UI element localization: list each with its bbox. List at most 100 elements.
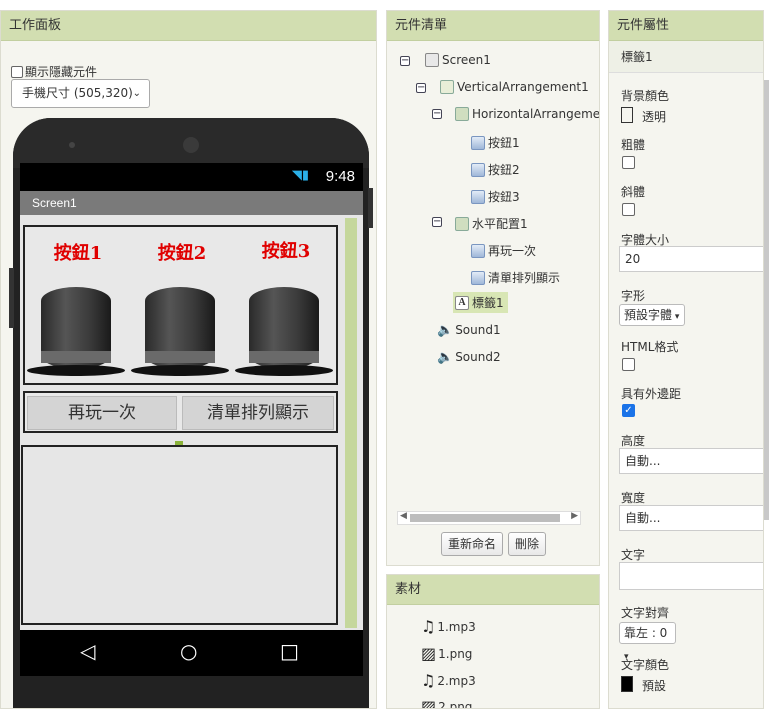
status-bar: ◥▮ 9:48: [20, 163, 363, 191]
horizontal-arrangement-1[interactable]: 按鈕1 按鈕2 按鈕3: [23, 225, 338, 385]
width-input[interactable]: 自動...: [619, 505, 763, 531]
replay-button[interactable]: 再玩一次: [27, 396, 177, 430]
bold-label: 粗體: [621, 138, 646, 152]
collapse-horizontal-arrangement-toggle[interactable]: −: [432, 109, 442, 119]
button-icon: [471, 270, 485, 285]
tree-item-clear-button[interactable]: 清單排列顯示: [471, 269, 560, 286]
screen-title-bar: Screen1: [20, 191, 363, 215]
media-file-2mp3[interactable]: ♫ 2.mp3: [421, 671, 476, 690]
tree-item-button2[interactable]: 按鈕2: [471, 161, 520, 178]
hat-button-3-label: 按鈕3: [261, 241, 311, 262]
collapse-horizontal-arrangement2-toggle[interactable]: −: [432, 217, 442, 227]
front-camera-icon: [69, 142, 75, 148]
collapse-vertical-arrangement-toggle[interactable]: −: [416, 83, 426, 93]
horizontal-arrangement-2[interactable]: 再玩一次 清單排列顯示: [23, 391, 338, 433]
font-size-input[interactable]: 20: [619, 246, 763, 272]
top-hat-icon: [235, 287, 335, 379]
tree-item-replay-button[interactable]: 再玩一次: [471, 242, 536, 259]
button-icon: [471, 135, 485, 150]
chevron-down-icon: ⌄: [132, 88, 141, 99]
top-hat-icon: [27, 287, 127, 379]
text-color-swatch[interactable]: [621, 676, 633, 692]
properties-vertical-scrollbar[interactable]: [764, 80, 769, 520]
bg-color-value[interactable]: 透明: [642, 108, 666, 125]
label-icon: A: [455, 295, 469, 310]
height-label: 高度: [621, 434, 646, 448]
scrollbar-thumb[interactable]: [410, 514, 560, 522]
horizontal-arrangement-icon: [455, 216, 469, 231]
clear-list-button[interactable]: 清單排列顯示: [182, 396, 334, 430]
speaker-sound-icon: 🔈: [437, 323, 454, 338]
tree-item-vertical-arrangement1[interactable]: VerticalArrangement1: [440, 80, 589, 94]
tree-item-screen1[interactable]: Screen1: [425, 53, 491, 67]
phone-mockup: ◥▮ 9:48 Screen1 按鈕1 按鈕2 按鈕3 再玩一次 清單排列顯示 …: [9, 118, 373, 708]
recents-icon: □: [280, 639, 299, 663]
tree-item-label: Screen1: [442, 53, 491, 67]
italic-label: 斜體: [621, 185, 646, 199]
bold-checkbox[interactable]: [622, 156, 635, 169]
scroll-left-icon[interactable]: ◀: [400, 511, 407, 521]
show-hidden-checkbox-box[interactable]: [11, 65, 23, 78]
label-area[interactable]: [21, 445, 338, 625]
height-input[interactable]: 自動...: [619, 448, 763, 474]
tree-item-label: HorizontalArrangemen: [472, 107, 600, 121]
text-align-label: 文字對齊: [621, 606, 670, 620]
hat-button-3[interactable]: 按鈕3: [235, 227, 337, 383]
media-file-name: 1.png: [438, 646, 473, 661]
delete-button[interactable]: 刪除: [508, 532, 546, 556]
components-horizontal-scrollbar[interactable]: ◀ ▶: [397, 511, 581, 525]
hat-button-2[interactable]: 按鈕2: [131, 227, 233, 383]
html-format-checkbox[interactable]: [622, 358, 635, 371]
text-align-value: 靠左 : 0: [624, 626, 668, 640]
check-icon: ✓: [624, 405, 633, 416]
text-input[interactable]: [619, 562, 763, 590]
text-align-select[interactable]: 靠左 : 0 ▾: [619, 622, 676, 662]
tree-item-horizontal-arrangement1[interactable]: HorizontalArrangemen: [455, 107, 600, 121]
tree-item-sound2[interactable]: 🔈 Sound2: [437, 350, 501, 365]
media-file-2png[interactable]: ▨ 2.png: [421, 697, 473, 709]
media-file-1png[interactable]: ▨ 1.png: [421, 644, 472, 663]
top-hat-icon: [131, 287, 231, 379]
tree-item-horizontal-arrangement2[interactable]: 水平配置1: [455, 215, 528, 232]
tree-item-sound1[interactable]: 🔈 Sound1: [437, 323, 501, 338]
screen-body: 按鈕1 按鈕2 按鈕3 再玩一次 清單排列顯示: [20, 215, 363, 630]
media-file-name: 2.png: [438, 699, 473, 709]
bg-color-label: 背景顏色: [621, 89, 670, 103]
button-icon: [471, 243, 485, 258]
device-size-value: 手機尺寸 (505,320): [22, 86, 133, 100]
margin-checkbox[interactable]: ✓: [622, 404, 635, 417]
tree-item-label1[interactable]: A 標籤1: [453, 292, 508, 313]
tree-item-label: 按鈕3: [488, 190, 520, 204]
screen-icon: [425, 53, 439, 67]
hat-button-1[interactable]: 按鈕1: [27, 227, 129, 383]
device-size-select[interactable]: 手機尺寸 (505,320) ⌄: [11, 79, 150, 108]
bg-color-swatch[interactable]: [621, 107, 633, 123]
font-face-value: 預設字體: [624, 308, 673, 322]
text-color-value[interactable]: 預設: [642, 677, 666, 694]
wifi-signal-battery-icon: ◥▮: [291, 168, 309, 183]
show-hidden-checkbox[interactable]: 顯示隱藏元件: [11, 63, 97, 80]
horizontal-arrangement-icon: [455, 107, 469, 121]
media-panel: 素材 ♫ 1.mp3 ▨ 1.png ♫ 2.mp3 ▨ 2.png: [386, 574, 600, 709]
speaker-sound-icon: 🔈: [437, 350, 454, 365]
tree-item-label: 水平配置1: [472, 217, 528, 231]
properties-panel: 元件屬性 標籤1 背景顏色 透明 粗體 斜體 字體大小 20 字形 預設字體 ▾…: [608, 10, 764, 709]
viewer-panel: 工作面板 顯示隱藏元件 手機尺寸 (505,320) ⌄ ◥▮ 9:48 Scr…: [0, 10, 377, 709]
phone-top-bezel: [13, 118, 369, 168]
text-label: 文字: [621, 548, 646, 562]
components-panel: 元件清單 − Screen1 − VerticalArrangement1 − …: [386, 10, 600, 566]
tree-item-button1[interactable]: 按鈕1: [471, 134, 520, 151]
width-label: 寬度: [621, 491, 646, 505]
italic-checkbox[interactable]: [622, 203, 635, 216]
tree-item-button3[interactable]: 按鈕3: [471, 188, 520, 205]
collapse-screen1-toggle[interactable]: −: [400, 56, 410, 66]
home-icon: ○: [180, 639, 198, 663]
vertical-arrangement-strip: [345, 218, 357, 628]
phone-side-button: [368, 188, 373, 228]
phone-side-button: [9, 268, 14, 328]
speaker-icon: [183, 137, 199, 153]
media-file-1mp3[interactable]: ♫ 1.mp3: [421, 617, 476, 636]
rename-button[interactable]: 重新命名: [441, 532, 503, 556]
font-face-select[interactable]: 預設字體 ▾: [619, 304, 685, 326]
scroll-right-icon[interactable]: ▶: [571, 511, 578, 521]
